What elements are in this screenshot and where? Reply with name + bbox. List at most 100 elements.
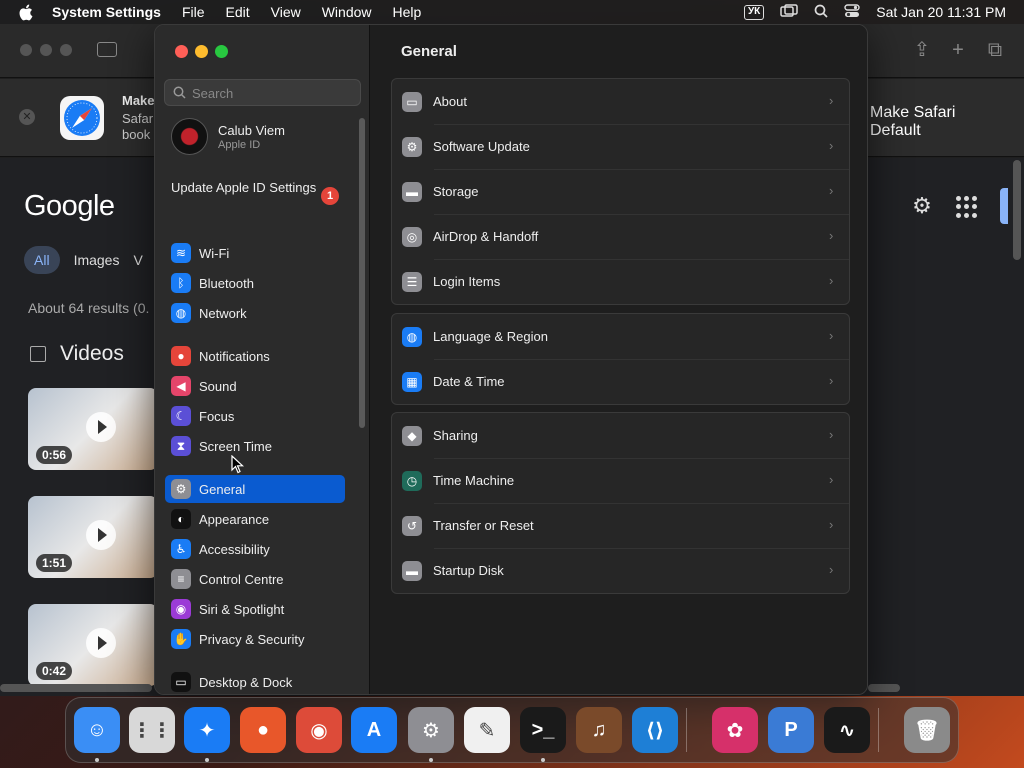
safari-close-button[interactable]: [20, 44, 32, 56]
settings-row-transfer-or-reset[interactable]: ↺ Transfer or Reset ›: [392, 503, 849, 548]
page-scrollbar[interactable]: [1013, 160, 1021, 260]
share-icon[interactable]: ⇪: [912, 40, 932, 60]
play-icon[interactable]: [86, 412, 116, 442]
new-tab-icon[interactable]: +: [948, 40, 968, 60]
finder-icon[interactable]: ☺: [74, 707, 120, 753]
firefox-icon[interactable]: ●: [240, 707, 286, 753]
trash-icon[interactable]: 🗑: [904, 707, 950, 753]
sidebar-item-notifications[interactable]: ● Notifications: [165, 342, 345, 370]
menu-file[interactable]: File: [182, 4, 205, 20]
menu-help[interactable]: Help: [393, 4, 422, 20]
apple-id-profile[interactable]: Calub Viem Apple ID: [171, 118, 285, 155]
sidebar-toggle-icon[interactable]: [97, 42, 117, 57]
banner-close-icon[interactable]: ✕: [19, 109, 35, 125]
settings-row-label: Storage: [433, 184, 479, 199]
video-thumbnail[interactable]: 0:42: [28, 604, 158, 686]
search-tab-all[interactable]: All: [24, 246, 60, 274]
video-thumbnail[interactable]: 1:51: [28, 496, 158, 578]
settings-row-login-items[interactable]: ☰ Login Items ›: [392, 259, 849, 304]
sidebar-item-general[interactable]: ⚙ General: [165, 475, 345, 503]
app-name-menu[interactable]: System Settings: [52, 4, 161, 20]
screen-mirroring-icon[interactable]: [780, 3, 799, 21]
google-settings-gear-icon[interactable]: ⚙: [910, 194, 934, 218]
sidebar-item-desktop-dock[interactable]: ▭ Desktop & Dock: [165, 668, 345, 694]
sidebar-item-sound[interactable]: ◀ Sound: [165, 372, 345, 400]
settings-row-storage[interactable]: ▬ Storage ›: [392, 169, 849, 214]
terminal-icon[interactable]: >_: [520, 707, 566, 753]
search-tab-videos[interactable]: V: [133, 246, 142, 274]
sidebar-item-focus[interactable]: ☾ Focus: [165, 402, 345, 430]
safari-logo-icon: [60, 96, 104, 140]
horizontal-scrollbar[interactable]: [0, 684, 152, 692]
google-logo[interactable]: Google: [24, 190, 115, 223]
accessibility-icon: ♿: [171, 539, 191, 559]
menu-edit[interactable]: Edit: [226, 4, 250, 20]
google-apps-icon[interactable]: [956, 196, 978, 218]
launchpad-icon[interactable]: ⋮⋮: [129, 707, 175, 753]
play-icon[interactable]: [86, 520, 116, 550]
settings-search-box[interactable]: [164, 79, 361, 106]
globe-icon: ◍: [171, 303, 191, 323]
sign-in-button-edge[interactable]: [1000, 188, 1008, 224]
chevron-right-icon: ›: [829, 472, 834, 487]
search-tabs: All Images V: [24, 246, 143, 274]
sidebar-scrollbar[interactable]: [359, 118, 365, 428]
video-thumbnail[interactable]: 0:56: [28, 388, 158, 470]
sidebar-item-label: Siri & Spotlight: [199, 601, 285, 617]
settings-row-software-update[interactable]: ⚙ Software Update ›: [392, 124, 849, 169]
sidebar-item-control-centre[interactable]: ≡ Control Centre: [165, 565, 345, 593]
activity-monitor-icon[interactable]: ∿: [824, 707, 870, 753]
sidebar-item-wi-fi[interactable]: ≋ Wi-Fi: [165, 239, 345, 267]
moon-icon: ☾: [171, 406, 191, 426]
update-apple-id-settings[interactable]: Update Apple ID Settings: [171, 180, 341, 196]
menu-view[interactable]: View: [271, 4, 301, 20]
sidebar-item-appearance[interactable]: ◐ Appearance: [165, 505, 345, 533]
horizontal-scrollbar-right[interactable]: [868, 684, 900, 692]
p-app-icon[interactable]: P: [768, 707, 814, 753]
search-tab-images[interactable]: Images: [74, 246, 120, 274]
keyboard-layout-indicator[interactable]: УК: [743, 4, 765, 20]
menu-bar-clock[interactable]: Sat Jan 20 11:31 PM: [876, 4, 1006, 20]
sidebar-item-label: Accessibility: [199, 541, 270, 557]
system-settings-icon[interactable]: ⚙: [408, 707, 454, 753]
safari-zoom-button[interactable]: [60, 44, 72, 56]
make-safari-default-button[interactable]: Make Safari Default: [870, 104, 1008, 139]
safari-minimize-button[interactable]: [40, 44, 52, 56]
safari-icon[interactable]: ✦: [184, 707, 230, 753]
settings-row-airdrop-handoff[interactable]: ◎ AirDrop & Handoff ›: [392, 214, 849, 259]
sharing-icon: ◆: [402, 425, 422, 446]
sidebar-item-label: Focus: [199, 408, 235, 424]
sidebar-item-network[interactable]: ◍ Network: [165, 299, 345, 327]
apple-icon[interactable]: [18, 4, 36, 21]
garageband-icon[interactable]: ♫: [576, 707, 622, 753]
sidebar-item-bluetooth[interactable]: ᛒ Bluetooth: [165, 269, 345, 297]
sidebar-item-accessibility[interactable]: ♿ Accessibility: [165, 535, 345, 563]
sidebar-item-screen-time[interactable]: ⧗ Screen Time: [165, 432, 345, 460]
sidebar-item-privacy-security[interactable]: ✋ Privacy & Security: [165, 625, 345, 653]
zoom-button[interactable]: [215, 45, 228, 58]
settings-row-sharing[interactable]: ◆ Sharing ›: [392, 413, 849, 458]
tab-overview-icon[interactable]: ⧉: [985, 40, 1005, 60]
globe-icon: ◍: [402, 326, 422, 347]
minimize-button[interactable]: [195, 45, 208, 58]
app-store-icon[interactable]: A: [351, 707, 397, 753]
play-icon[interactable]: [86, 628, 116, 658]
settings-row-time-machine[interactable]: ◷ Time Machine ›: [392, 458, 849, 503]
vscode-icon[interactable]: ⟨⟩: [632, 707, 678, 753]
chrome-icon[interactable]: ◉: [296, 707, 342, 753]
search-input[interactable]: [192, 83, 352, 103]
textedit-icon[interactable]: ✎: [464, 707, 510, 753]
gear-update-icon: ⚙: [402, 136, 422, 157]
settings-row-about[interactable]: ▭ About ›: [392, 79, 849, 124]
spotlight-search-icon[interactable]: [814, 4, 828, 21]
control-center-icon[interactable]: [844, 3, 860, 21]
settings-row-date-time[interactable]: ▦ Date & Time ›: [392, 359, 849, 404]
menu-window[interactable]: Window: [322, 4, 372, 20]
flower-app-icon[interactable]: ✿: [712, 707, 758, 753]
chevron-right-icon: ›: [829, 373, 834, 388]
speaker-icon: ◀: [171, 376, 191, 396]
sidebar-item-siri-spotlight[interactable]: ◉ Siri & Spotlight: [165, 595, 345, 623]
settings-row-startup-disk[interactable]: ▬ Startup Disk ›: [392, 548, 849, 593]
close-button[interactable]: [175, 45, 188, 58]
settings-row-language-region[interactable]: ◍ Language & Region ›: [392, 314, 849, 359]
